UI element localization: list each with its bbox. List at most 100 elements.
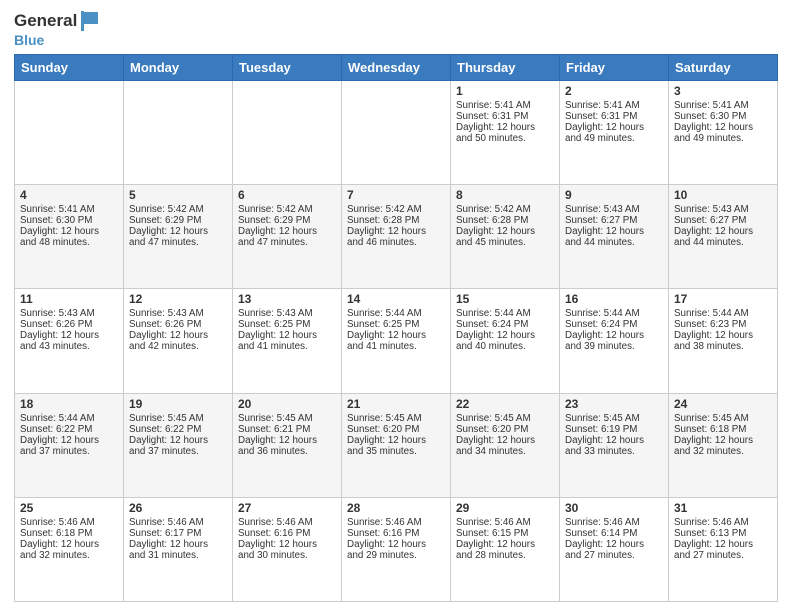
day-number: 30	[565, 501, 663, 515]
sunset-text: Sunset: 6:16 PM	[238, 528, 310, 539]
day-number: 7	[347, 188, 445, 202]
sunrise-text: Sunrise: 5:43 AM	[129, 308, 204, 319]
day-number: 18	[20, 397, 118, 411]
sunrise-text: Sunrise: 5:45 AM	[456, 413, 531, 424]
table-row: 9Sunrise: 5:43 AMSunset: 6:27 PMDaylight…	[560, 185, 669, 289]
sunrise-text: Sunrise: 5:46 AM	[565, 517, 640, 528]
sunset-text: Sunset: 6:22 PM	[20, 424, 92, 435]
day-number: 1	[456, 84, 554, 98]
day-number: 13	[238, 292, 336, 306]
sunset-text: Sunset: 6:18 PM	[20, 528, 92, 539]
day-number: 19	[129, 397, 227, 411]
logo-text: General	[14, 10, 100, 32]
day-number: 9	[565, 188, 663, 202]
col-friday: Friday	[560, 55, 669, 81]
col-thursday: Thursday	[451, 55, 560, 81]
daylight-text: Daylight: 12 hours and 29 minutes.	[347, 539, 426, 561]
sunrise-text: Sunrise: 5:43 AM	[565, 204, 640, 215]
daylight-text: Daylight: 12 hours and 30 minutes.	[238, 539, 317, 561]
sunset-text: Sunset: 6:17 PM	[129, 528, 201, 539]
day-number: 14	[347, 292, 445, 306]
sunset-text: Sunset: 6:27 PM	[565, 215, 637, 226]
table-row: 1Sunrise: 5:41 AMSunset: 6:31 PMDaylight…	[451, 81, 560, 185]
sunset-text: Sunset: 6:28 PM	[347, 215, 419, 226]
sunrise-text: Sunrise: 5:44 AM	[456, 308, 531, 319]
sunset-text: Sunset: 6:27 PM	[674, 215, 746, 226]
daylight-text: Daylight: 12 hours and 44 minutes.	[674, 226, 753, 248]
sunset-text: Sunset: 6:31 PM	[565, 111, 637, 122]
sunrise-text: Sunrise: 5:45 AM	[565, 413, 640, 424]
sunset-text: Sunset: 6:30 PM	[674, 111, 746, 122]
sunset-text: Sunset: 6:23 PM	[674, 319, 746, 330]
table-row: 20Sunrise: 5:45 AMSunset: 6:21 PMDayligh…	[233, 393, 342, 497]
col-monday: Monday	[124, 55, 233, 81]
table-row: 30Sunrise: 5:46 AMSunset: 6:14 PMDayligh…	[560, 497, 669, 601]
daylight-text: Daylight: 12 hours and 34 minutes.	[456, 435, 535, 457]
sunset-text: Sunset: 6:25 PM	[238, 319, 310, 330]
sunrise-text: Sunrise: 5:42 AM	[456, 204, 531, 215]
sunrise-text: Sunrise: 5:41 AM	[20, 204, 95, 215]
day-number: 15	[456, 292, 554, 306]
sunrise-text: Sunrise: 5:43 AM	[674, 204, 749, 215]
table-row: 29Sunrise: 5:46 AMSunset: 6:15 PMDayligh…	[451, 497, 560, 601]
table-row: 28Sunrise: 5:46 AMSunset: 6:16 PMDayligh…	[342, 497, 451, 601]
sunrise-text: Sunrise: 5:45 AM	[238, 413, 313, 424]
logo-flag-icon	[78, 10, 100, 32]
sunrise-text: Sunrise: 5:44 AM	[20, 413, 95, 424]
sunset-text: Sunset: 6:26 PM	[20, 319, 92, 330]
calendar-week-row: 25Sunrise: 5:46 AMSunset: 6:18 PMDayligh…	[15, 497, 778, 601]
sunrise-text: Sunrise: 5:46 AM	[347, 517, 422, 528]
table-row: 4Sunrise: 5:41 AMSunset: 6:30 PMDaylight…	[15, 185, 124, 289]
table-row: 2Sunrise: 5:41 AMSunset: 6:31 PMDaylight…	[560, 81, 669, 185]
table-row: 10 Sunrise: 5:43 AMSunset: 6:27 PMDayligh…	[669, 185, 778, 289]
day-number: 29	[456, 501, 554, 515]
day-number: 25	[20, 501, 118, 515]
sunrise-text: Sunrise: 5:42 AM	[347, 204, 422, 215]
daylight-text: Daylight: 12 hours and 27 minutes.	[674, 539, 753, 561]
table-row: 7Sunrise: 5:42 AMSunset: 6:28 PMDaylight…	[342, 185, 451, 289]
sunset-text: Sunset: 6:13 PM	[674, 528, 746, 539]
day-number: 12	[129, 292, 227, 306]
table-row	[15, 81, 124, 185]
sunset-text: Sunset: 6:18 PM	[674, 424, 746, 435]
daylight-text: Daylight: 12 hours and 28 minutes.	[456, 539, 535, 561]
sunset-text: Sunset: 6:28 PM	[456, 215, 528, 226]
sunset-text: Sunset: 6:31 PM	[456, 111, 528, 122]
sunrise-text: Sunrise: 5:46 AM	[674, 517, 749, 528]
daylight-text: Daylight: 12 hours and 27 minutes.	[565, 539, 644, 561]
col-saturday: Saturday	[669, 55, 778, 81]
table-row: 8Sunrise: 5:42 AMSunset: 6:28 PMDaylight…	[451, 185, 560, 289]
daylight-text: Daylight: 12 hours and 36 minutes.	[238, 435, 317, 457]
daylight-text: Daylight: 12 hours and 31 minutes.	[129, 539, 208, 561]
logo: General Blue	[14, 10, 100, 48]
logo-blue-label: Blue	[14, 32, 44, 48]
day-number: 10	[674, 188, 772, 202]
sunset-text: Sunset: 6:22 PM	[129, 424, 201, 435]
sunrise-text: Sunrise: 5:46 AM	[20, 517, 95, 528]
sunrise-text: Sunrise: 5:45 AM	[129, 413, 204, 424]
daylight-text: Daylight: 12 hours and 39 minutes.	[565, 330, 644, 352]
sunset-text: Sunset: 6:19 PM	[565, 424, 637, 435]
sunset-text: Sunset: 6:20 PM	[347, 424, 419, 435]
day-number: 24	[674, 397, 772, 411]
page: General Blue Sunday Monday Tuesday Wedne…	[0, 0, 792, 612]
day-number: 17	[674, 292, 772, 306]
day-number: 4	[20, 188, 118, 202]
day-number: 16	[565, 292, 663, 306]
calendar-table: Sunday Monday Tuesday Wednesday Thursday…	[14, 54, 778, 602]
day-number: 5	[129, 188, 227, 202]
col-sunday: Sunday	[15, 55, 124, 81]
day-number: 23	[565, 397, 663, 411]
table-row: 31Sunrise: 5:46 AMSunset: 6:13 PMDayligh…	[669, 497, 778, 601]
calendar-week-row: 18Sunrise: 5:44 AMSunset: 6:22 PMDayligh…	[15, 393, 778, 497]
day-number: 20	[238, 397, 336, 411]
daylight-text: Daylight: 12 hours and 37 minutes.	[129, 435, 208, 457]
sunrise-text: Sunrise: 5:44 AM	[565, 308, 640, 319]
table-row: 22Sunrise: 5:45 AMSunset: 6:20 PMDayligh…	[451, 393, 560, 497]
daylight-text: Daylight: 12 hours and 49 minutes.	[565, 122, 644, 144]
table-row: 12Sunrise: 5:43 AMSunset: 6:26 PMDayligh…	[124, 289, 233, 393]
daylight-text: Daylight: 12 hours and 37 minutes.	[20, 435, 99, 457]
table-row: 5Sunrise: 5:42 AMSunset: 6:29 PMDaylight…	[124, 185, 233, 289]
calendar-week-row: 4Sunrise: 5:41 AMSunset: 6:30 PMDaylight…	[15, 185, 778, 289]
sunset-text: Sunset: 6:20 PM	[456, 424, 528, 435]
